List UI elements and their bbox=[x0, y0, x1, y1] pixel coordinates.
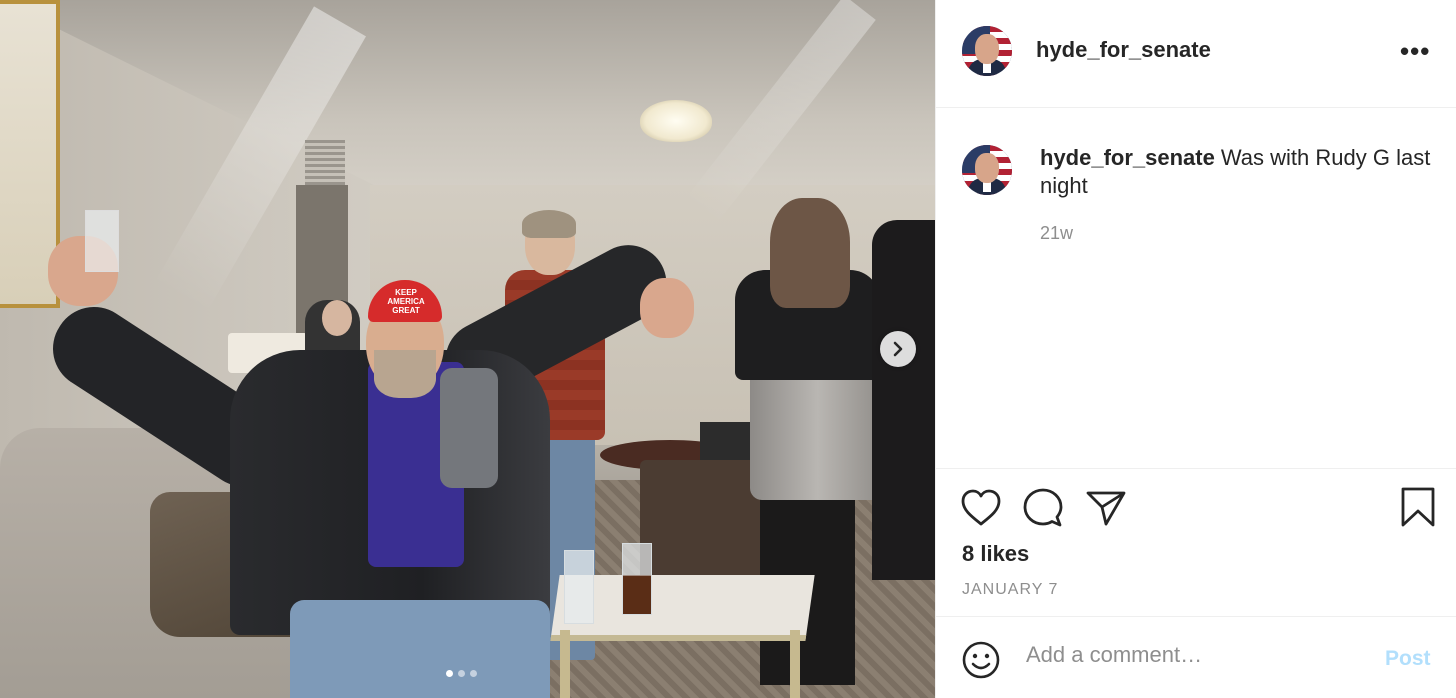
plastic-cup bbox=[85, 210, 119, 272]
woman-hair bbox=[770, 198, 850, 308]
peace-sign-hand bbox=[640, 278, 694, 338]
chevron-right-icon bbox=[893, 341, 903, 357]
username-link[interactable]: hyde_for_senate bbox=[1036, 37, 1211, 63]
emoji-button[interactable] bbox=[962, 641, 1000, 684]
action-bar: 8 likes JANUARY 7 bbox=[936, 468, 1456, 619]
right-person bbox=[872, 220, 935, 580]
laptop bbox=[700, 422, 756, 462]
air-vent bbox=[305, 140, 345, 190]
vest-man-hair bbox=[522, 210, 576, 238]
post-age[interactable]: 21w bbox=[1040, 223, 1073, 244]
comment-icon bbox=[1023, 488, 1063, 527]
avatar[interactable] bbox=[962, 26, 1012, 76]
man-beard bbox=[374, 350, 436, 398]
comment-input[interactable] bbox=[1024, 641, 1368, 669]
comment-bar: Post bbox=[936, 616, 1456, 698]
share-button[interactable] bbox=[1086, 490, 1126, 531]
carousel-indicator bbox=[446, 670, 477, 677]
avatar-face bbox=[975, 153, 999, 183]
woman-skirt bbox=[750, 372, 885, 500]
carousel-dot bbox=[458, 670, 465, 677]
ceiling-light bbox=[640, 100, 712, 142]
emoji-icon bbox=[962, 641, 1000, 679]
background-person-head bbox=[322, 300, 352, 336]
post-side-panel: hyde_for_senate ••• hyde_for_senate Was w… bbox=[935, 0, 1456, 698]
caption: hyde_for_senate Was with Rudy G last nigh… bbox=[1040, 144, 1440, 200]
save-button[interactable] bbox=[1400, 487, 1436, 532]
carousel-dot bbox=[446, 670, 453, 677]
caption-avatar[interactable] bbox=[962, 145, 1012, 195]
share-icon bbox=[1086, 491, 1126, 526]
post-header: hyde_for_senate ••• bbox=[936, 0, 1456, 108]
post-date: JANUARY 7 bbox=[962, 581, 1059, 598]
carousel-next-button[interactable] bbox=[880, 331, 916, 367]
more-icon[interactable]: ••• bbox=[1400, 36, 1430, 66]
water-glass bbox=[564, 550, 594, 624]
like-count[interactable]: 8 likes bbox=[962, 541, 1029, 567]
table-leg bbox=[560, 630, 570, 698]
man-jeans bbox=[290, 600, 550, 698]
table-leg bbox=[790, 630, 800, 698]
avatar-face bbox=[975, 34, 999, 64]
post-comment-button[interactable]: Post bbox=[1385, 647, 1431, 671]
caption-username-link[interactable]: hyde_for_senate bbox=[1040, 145, 1215, 170]
carousel-dot bbox=[470, 670, 477, 677]
bookmark-icon bbox=[1401, 487, 1435, 527]
drink-glass bbox=[622, 543, 652, 615]
like-button[interactable] bbox=[961, 489, 1001, 532]
like-icon bbox=[961, 489, 1001, 526]
comment-button[interactable] bbox=[1023, 488, 1063, 533]
hat-text: KEEP AMERICA GREAT bbox=[387, 288, 425, 315]
jacket-panel bbox=[440, 368, 498, 488]
post-photo[interactable]: KEEP AMERICA GREAT bbox=[0, 0, 935, 698]
